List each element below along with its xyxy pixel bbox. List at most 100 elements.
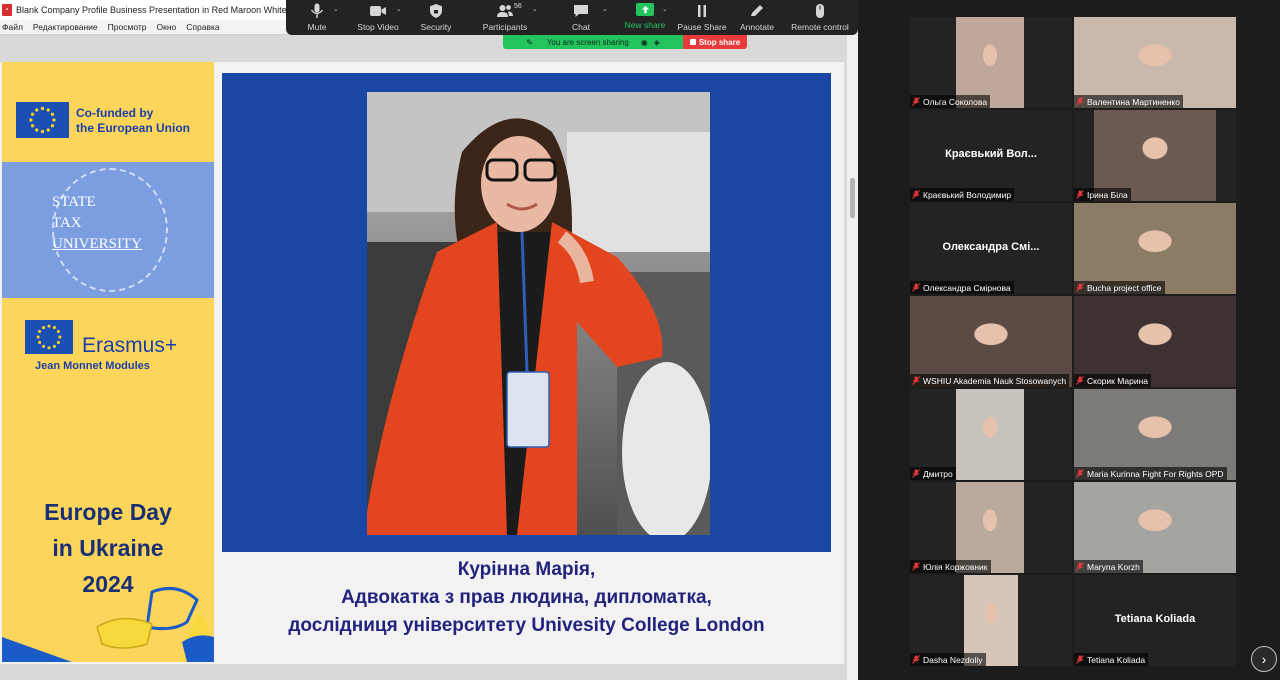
europe-day-line-1: Europe Day	[44, 499, 172, 525]
participant-tile[interactable]: Скорик Марина	[1074, 296, 1236, 387]
sharing-settings-icon[interactable]: ◉	[641, 38, 648, 47]
stop-video-button[interactable]: ⌄ Stop Video	[348, 3, 408, 35]
participant-name: Maryna Korzh	[1087, 561, 1140, 572]
jean-monnet-text: Jean Monnet Modules	[35, 360, 150, 372]
menu-file[interactable]: Файл	[2, 22, 23, 32]
stop-share-button[interactable]: Stop share	[683, 35, 747, 49]
muted-mic-icon	[912, 655, 920, 664]
participant-tile[interactable]: Ірина Біла	[1074, 110, 1236, 201]
participant-name: Краєвький Володимир	[923, 189, 1012, 200]
chat-options-caret[interactable]: ⌄	[602, 5, 608, 13]
participant-count: 56	[514, 3, 522, 10]
eu-cofunded-logo: Co-funded by the European Union	[2, 62, 214, 162]
participant-tile[interactable]: Юлія Коржовник	[910, 482, 1072, 573]
participant-display-name: Краєвький Вол...	[945, 148, 1037, 160]
window-title: Blank Company Profile Business Presentat…	[16, 5, 327, 15]
speaker-photo	[367, 92, 710, 535]
pdf-icon: ▪	[2, 4, 12, 16]
participants-options-caret[interactable]: ⌄	[532, 5, 538, 13]
muted-mic-icon	[1076, 190, 1084, 199]
muted-mic-icon	[912, 562, 920, 571]
video-camera-icon	[370, 6, 386, 16]
participant-video	[956, 389, 1024, 480]
remote-control-label: Remote control	[791, 22, 849, 32]
document-scrollbar[interactable]	[847, 35, 858, 680]
muted-mic-icon	[1076, 562, 1084, 571]
participant-name: Олександра Смірнова	[923, 282, 1011, 293]
pencil-icon	[751, 5, 763, 16]
menu-view[interactable]: Просмотр	[108, 22, 147, 32]
gallery-next-page-button[interactable]: ›	[1251, 646, 1277, 672]
participant-tile[interactable]: Дмитро	[910, 389, 1072, 480]
state-tax-university-logo: STATE TAX UNIVERSITY	[2, 162, 214, 298]
participants-icon	[497, 5, 513, 17]
europe-day-line-2: in Ukraine	[52, 535, 164, 561]
participant-tile[interactable]: Валентина Мартиненко	[1074, 17, 1236, 108]
participant-name: WSHIU Akademia Nauk Stosowanych	[923, 375, 1067, 386]
meeting-toolbar: ⌄ Mute ⌄ Stop Video Security 56 ⌄ Partic…	[286, 0, 858, 35]
participant-name-bar: Краєвький Володимир	[910, 188, 1015, 201]
participant-name: Dasha Nezdoliy	[923, 654, 983, 665]
university-line-2: TAX	[52, 215, 82, 231]
video-options-caret[interactable]: ⌄	[396, 5, 402, 13]
muted-mic-icon	[1076, 376, 1084, 385]
chat-bubble-icon	[574, 5, 588, 17]
participant-name: Bucha project office	[1087, 282, 1162, 293]
screen-sharing-banner[interactable]: ✎ You are screen sharing ◉ ◈	[503, 35, 683, 49]
participant-tile[interactable]: Maryna Korzh	[1074, 482, 1236, 573]
new-share-label: New share	[624, 20, 666, 30]
participant-tile[interactable]: Ольга Соколова	[910, 17, 1072, 108]
participant-tile[interactable]: Tetiana Koliada Tetiana Koliada	[1074, 575, 1236, 666]
participant-name-bar: Dasha Nezdoliy	[910, 653, 986, 666]
sharing-shield-icon[interactable]: ◈	[654, 38, 660, 47]
security-button[interactable]: Security	[408, 3, 464, 35]
sharing-status-text: You are screen sharing	[546, 37, 629, 47]
participant-tile[interactable]: Bucha project office	[1074, 203, 1236, 294]
cofunded-line-2: the European Union	[76, 121, 190, 135]
handshake-illustration	[2, 586, 214, 662]
scrollbar-thumb[interactable]	[850, 178, 855, 218]
participant-tile[interactable]: WSHIU Akademia Nauk Stosowanych	[910, 296, 1072, 387]
mute-button[interactable]: ⌄ Mute	[286, 3, 348, 35]
annotate-label: Annotate	[739, 22, 775, 32]
stop-icon	[689, 39, 696, 45]
participant-gallery: Ольга Соколова Валентина Мартиненко Краєвь…	[858, 0, 1280, 680]
share-options-caret[interactable]: ⌄	[662, 5, 668, 13]
annotate-button[interactable]: Annotate	[730, 3, 784, 35]
chevron-right-icon: ›	[1261, 651, 1267, 667]
speaker-photo-frame	[222, 73, 831, 552]
participants-button[interactable]: 56 ⌄ Participants	[464, 3, 546, 35]
menu-help[interactable]: Справка	[186, 22, 219, 32]
speaker-affiliation: дослідниця університету Univesity Colleg…	[288, 615, 765, 636]
shared-screen: ▪ Blank Company Profile Business Present…	[0, 0, 858, 680]
pause-share-button[interactable]: Pause Share	[674, 3, 730, 35]
participant-name-bar: Maria Kurinna Fight For Rights OPD	[1074, 467, 1227, 480]
erasmus-logo: Erasmus+ Jean Monnet Modules	[2, 298, 214, 492]
muted-mic-icon	[912, 283, 920, 292]
participant-tile[interactable]: Maria Kurinna Fight For Rights OPD	[1074, 389, 1236, 480]
cofunded-line-1: Co-funded by	[76, 106, 154, 120]
participant-tile[interactable]: Краєвький Вол... Краєвький Володимир	[910, 110, 1072, 201]
cofunded-text: Co-funded by the European Union	[76, 106, 190, 136]
menu-edit[interactable]: Редактирование	[33, 22, 98, 32]
speaker-role: Адвокатка з прав людина, дипломатка,	[341, 587, 712, 608]
remote-control-button[interactable]: Remote control	[784, 3, 856, 35]
mute-options-caret[interactable]: ⌄	[333, 5, 339, 13]
new-share-button[interactable]: ⌄ New share	[616, 3, 674, 35]
participant-name-bar: Дмитро	[910, 467, 956, 480]
sharing-icon: ✎	[526, 37, 533, 47]
europe-day-block: Europe Day in Ukraine 2024	[2, 492, 214, 662]
participant-name: Maria Kurinna Fight For Rights OPD	[1087, 468, 1224, 479]
muted-mic-icon	[912, 190, 920, 199]
speaker-caption: Курінна Марія, Адвокатка з прав людина, …	[222, 556, 831, 640]
university-line-3: UNIVERSITY	[52, 236, 142, 252]
participant-tile[interactable]: Олександра Смі... Олександра Смірнова	[910, 203, 1072, 294]
university-name: STATE TAX UNIVERSITY	[52, 192, 172, 255]
muted-mic-icon	[912, 97, 920, 106]
participant-name-bar: Олександра Смірнова	[910, 281, 1014, 294]
chat-button[interactable]: ⌄ Chat	[546, 3, 616, 35]
participant-tile[interactable]: Dasha Nezdoliy	[910, 575, 1072, 666]
menu-window[interactable]: Окно	[157, 22, 177, 32]
microphone-icon	[310, 3, 324, 18]
mute-label: Mute	[307, 22, 327, 32]
